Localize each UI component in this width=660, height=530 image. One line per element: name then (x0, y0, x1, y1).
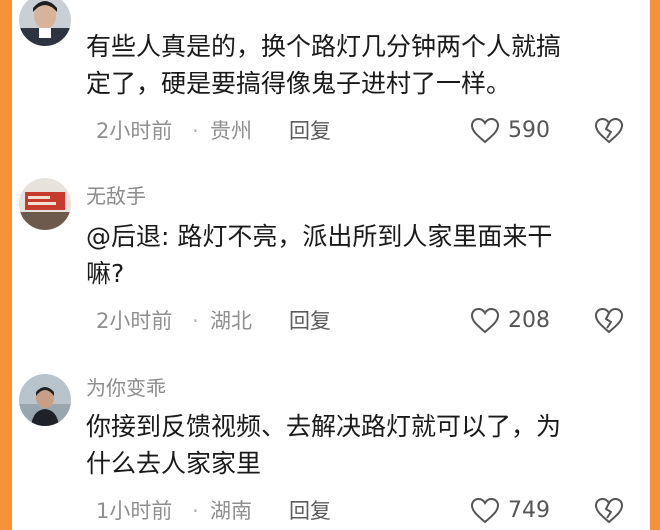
comment-text-line: 定了，硬是要搞得像鬼子进村了一样。 (86, 69, 512, 98)
dislike-button[interactable] (594, 307, 624, 335)
comment-username[interactable]: 为你变乖 (86, 372, 166, 401)
comment-meta: 2小时前 · 贵州 回复 590 (86, 116, 646, 146)
comment-location: 湖北 (210, 309, 252, 333)
comment-text-line: 什么去人家家里 (86, 449, 262, 478)
comment-meta: 1小时前 · 湖南 回复 749 (86, 496, 646, 526)
broken-heart-icon (594, 117, 624, 144)
comment-item: 有些人真是的，换个路灯几分钟两个人就搞 定了，硬是要搞得像鬼子进村了一样。 2小… (12, 0, 650, 160)
reply-button[interactable]: 回复 (289, 306, 331, 336)
like-count: 208 (508, 308, 550, 333)
reply-button[interactable]: 回复 (289, 496, 331, 526)
comment-text: 你接到反馈视频、去解决路灯就可以了，为 什么去人家家里 (86, 408, 634, 482)
broken-heart-icon (594, 497, 624, 524)
heart-outline-icon (470, 497, 500, 524)
comment-text: 有些人真是的，换个路灯几分钟两个人就搞 定了，硬是要搞得像鬼子进村了一样。 (86, 28, 634, 102)
heart-outline-icon (470, 117, 500, 144)
comment-item: 为你变乖 你接到反馈视频、去解决路灯就可以了，为 什么去人家家里 1小时前 · … (12, 360, 650, 530)
comment-text-line: 有些人真是的，换个路灯几分钟两个人就搞 (86, 32, 562, 61)
comment-text: @后退: 路灯不亮，派出所到人家里面来干 嘛? (86, 218, 634, 292)
meta-separator: · (192, 499, 199, 523)
like-button[interactable]: 749 (470, 496, 566, 526)
comment-time: 1小时前 (96, 499, 173, 523)
broken-heart-icon (594, 307, 624, 334)
comment-text-line: 你接到反馈视频、去解决路灯就可以了，为 (86, 412, 562, 441)
comment-location: 贵州 (210, 119, 252, 143)
comment-time: 2小时前 (96, 309, 173, 333)
heart-outline-icon (470, 307, 500, 334)
like-count: 749 (508, 498, 550, 523)
avatar[interactable] (19, 374, 71, 426)
comment-location: 湖南 (210, 499, 252, 523)
meta-separator: · (192, 119, 199, 143)
reply-button[interactable]: 回复 (289, 116, 331, 146)
like-count: 590 (508, 118, 550, 143)
comment-username[interactable]: 无敌手 (86, 180, 146, 209)
comment-text-line: @后退: 路灯不亮，派出所到人家里面来干 (86, 222, 553, 251)
comment-time: 2小时前 (96, 119, 173, 143)
like-button[interactable]: 208 (470, 306, 566, 336)
avatar[interactable] (19, 0, 71, 46)
comment-meta: 2小时前 · 湖北 回复 208 (86, 306, 646, 336)
meta-separator: · (192, 309, 199, 333)
comment-text-line: 嘛? (86, 259, 125, 288)
dislike-button[interactable] (594, 497, 624, 525)
comment-list: 有些人真是的，换个路灯几分钟两个人就搞 定了，硬是要搞得像鬼子进村了一样。 2小… (12, 0, 650, 530)
avatar[interactable] (19, 178, 71, 230)
dislike-button[interactable] (594, 117, 624, 145)
comment-item: 无敌手 @后退: 路灯不亮，派出所到人家里面来干 嘛? 2小时前 · 湖北 回复… (12, 168, 650, 348)
like-button[interactable]: 590 (470, 116, 566, 146)
